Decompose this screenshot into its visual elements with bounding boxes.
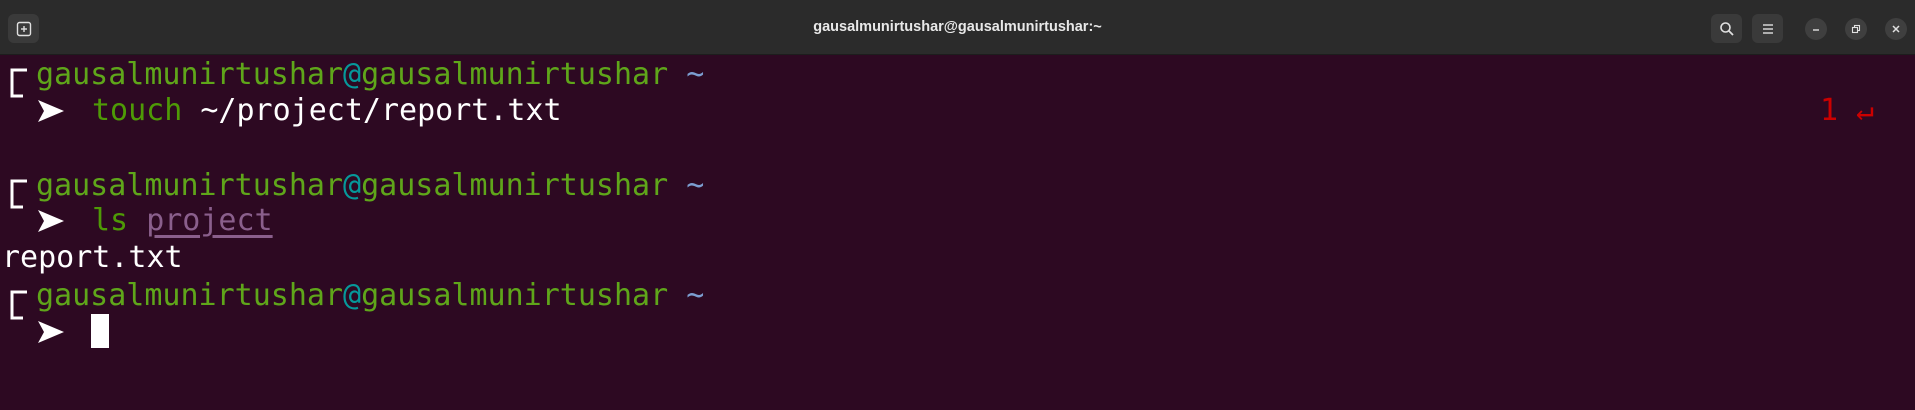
prompt-at: @ [343,278,362,313]
prompt-host: gausalmunirtushar [361,57,669,92]
prompt-corner-icon [10,68,27,98]
prompt-user: gausalmunirtushar [36,168,344,203]
prompt-user: gausalmunirtushar [36,57,344,92]
exit-code: 1 [1820,93,1839,128]
new-tab-icon [16,21,32,37]
search-button[interactable] [1711,14,1742,43]
hamburger-menu-icon [1761,22,1775,36]
prompt-dir: ~ [686,57,705,92]
command-argument: project [146,203,273,238]
minimize-button[interactable] [1805,18,1827,40]
exit-status: 1 ↵ [1820,92,1874,129]
command-line: touch ~/project/report.txt [92,92,562,129]
terminal-view[interactable]: gausalmunirtushar@gausalmunirtushar ~ to… [0,55,1915,410]
prompt-host: gausalmunirtushar [361,168,669,203]
prompt-dir: ~ [686,168,705,203]
prompt-arrow-icon [38,100,64,122]
command-name: ls [92,203,129,238]
return-icon: ↵ [1856,93,1875,128]
prompt-line: gausalmunirtushar@gausalmunirtushar ~ [36,167,704,204]
restore-icon [1851,24,1861,34]
new-tab-button[interactable] [8,14,39,43]
close-icon [1891,24,1901,34]
prompt-host: gausalmunirtushar [361,278,669,313]
title-bar: gausalmunirtushar@gausalmunirtushar:~ [0,0,1915,55]
minimize-icon [1811,24,1821,34]
search-icon [1719,21,1735,37]
prompt-line: gausalmunirtushar@gausalmunirtushar ~ [36,56,704,93]
command-line: ls project [92,202,273,239]
prompt-corner-icon [10,290,27,320]
close-button[interactable] [1885,18,1907,40]
maximize-button[interactable] [1845,18,1867,40]
prompt-arrow-icon [38,321,64,343]
prompt-dir: ~ [686,278,705,313]
command-output: report.txt [2,240,183,275]
command-name: touch [92,93,183,128]
prompt-user: gausalmunirtushar [36,278,344,313]
prompt-corner-icon [10,179,27,209]
prompt-arrow-icon [38,210,64,232]
window-title: gausalmunirtushar@gausalmunirtushar:~ [813,19,1102,35]
command-argument: ~/project/report.txt [182,93,562,128]
text-cursor[interactable] [91,314,109,348]
menu-button[interactable] [1752,14,1783,43]
prompt-at: @ [343,57,362,92]
prompt-line: gausalmunirtushar@gausalmunirtushar ~ [36,277,704,314]
prompt-at: @ [343,168,362,203]
